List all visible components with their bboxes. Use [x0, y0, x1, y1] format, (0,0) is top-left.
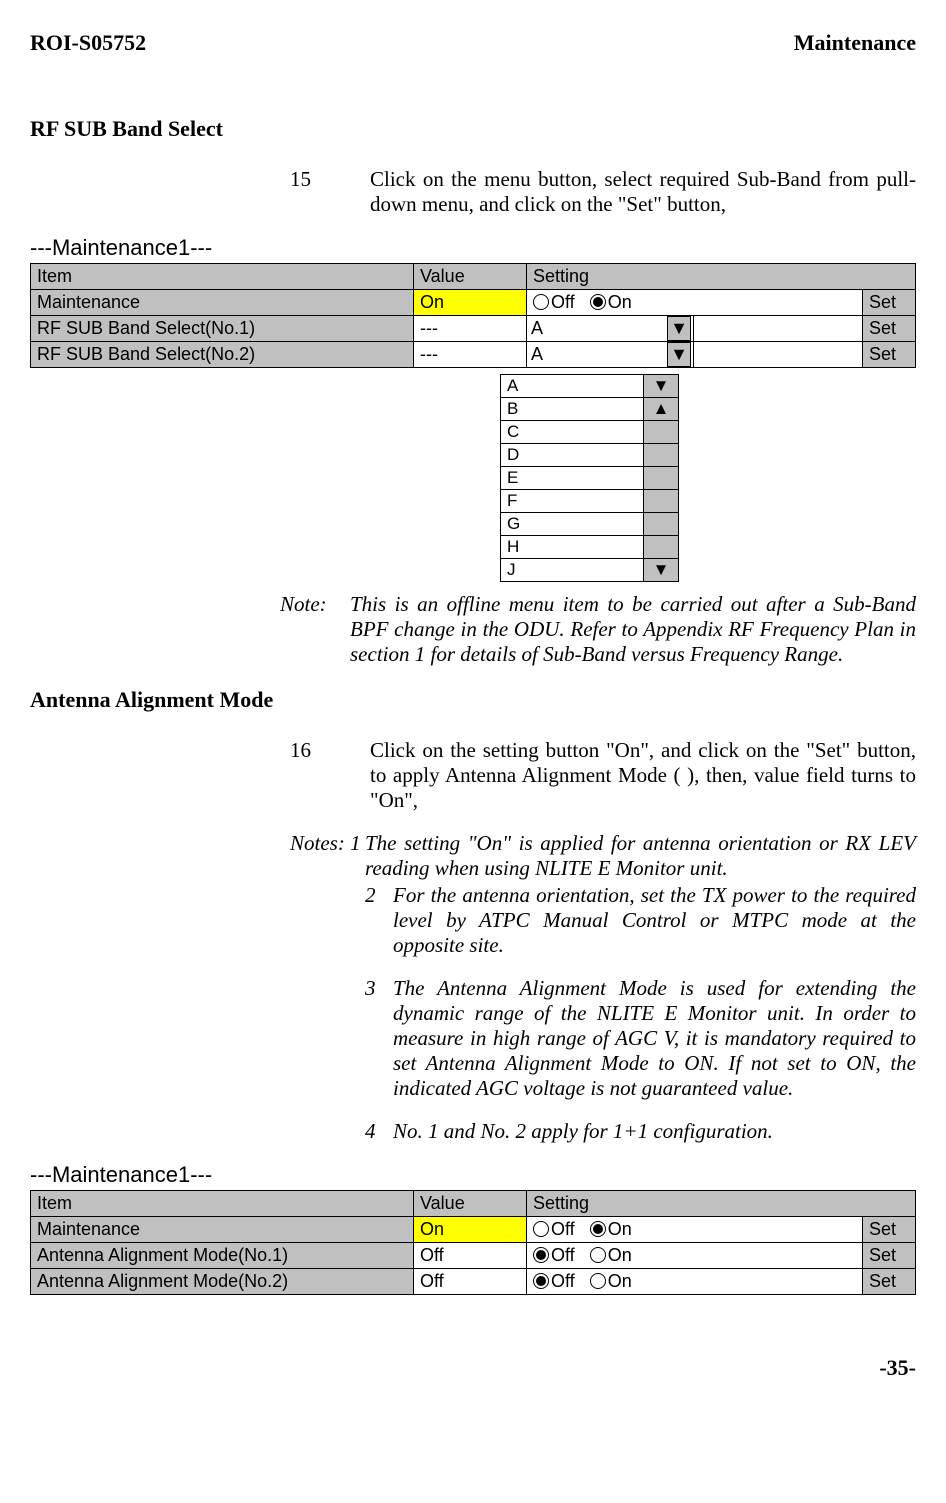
note-num-3: 3: [365, 976, 393, 1101]
dd-option[interactable]: E: [501, 467, 644, 490]
note-3-body: The Antenna Alignment Mode is used for e…: [393, 976, 916, 1101]
radio-off-icon[interactable]: [533, 1273, 549, 1289]
radio-off-label: Off: [551, 1245, 575, 1265]
scroll-track[interactable]: [644, 444, 679, 467]
radio-off-label: Off: [551, 292, 575, 312]
row-aa2-setting: Off On: [527, 1269, 863, 1295]
radio-on-icon[interactable]: [590, 1247, 606, 1263]
col-item: Item: [31, 1191, 414, 1217]
set-button[interactable]: Set: [863, 290, 916, 316]
step-16-num: 16: [290, 738, 370, 813]
radio-on-label: On: [608, 1245, 632, 1265]
dd-option[interactable]: A: [501, 375, 644, 398]
step-15-text: Click on the menu button, select require…: [370, 167, 916, 217]
row-maint-item: Maintenance: [31, 1217, 414, 1243]
row-aa1-setting: Off On: [527, 1243, 863, 1269]
col-setting: Setting: [527, 1191, 916, 1217]
rf2-dropdown-arrow[interactable]: ▼: [667, 342, 691, 367]
notes-lead-label: Notes: 1: [290, 831, 365, 881]
note-1-body: The setting "On" is applied for antenna …: [365, 831, 916, 881]
row-maint-setting: Off On: [527, 1217, 863, 1243]
scroll-track[interactable]: [644, 490, 679, 513]
scroll-track[interactable]: [644, 513, 679, 536]
row-rf1-item: RF SUB Band Select(No.1): [31, 316, 414, 342]
step-16-text: Click on the setting button "On", and cl…: [370, 738, 916, 813]
scroll-track[interactable]: [644, 421, 679, 444]
radio-on-label: On: [608, 292, 632, 312]
col-setting: Setting: [527, 264, 916, 290]
scroll-down-icon[interactable]: ▼: [644, 375, 679, 398]
note-body: This is an offline menu item to be carri…: [350, 592, 916, 667]
scroll-track[interactable]: [644, 536, 679, 559]
maint1-table-2: Item Value Setting Maintenance On Off On…: [30, 1190, 916, 1295]
antenna-title: Antenna Alignment Mode: [30, 687, 916, 713]
col-value: Value: [414, 264, 527, 290]
dropdown-popup[interactable]: A ▼ B ▲ C D E F G H J ▼: [500, 374, 679, 582]
scroll-track[interactable]: [644, 467, 679, 490]
radio-off-label: Off: [551, 1219, 575, 1239]
row-maint-item: Maintenance: [31, 290, 414, 316]
col-item: Item: [31, 264, 414, 290]
page-number: -35-: [30, 1355, 916, 1381]
row-rf1-value: ---: [414, 316, 527, 342]
maint1-table-1: Item Value Setting Maintenance On Off On…: [30, 263, 916, 368]
row-rf2-item: RF SUB Band Select(No.2): [31, 342, 414, 368]
row-maint-value: On: [414, 1217, 527, 1243]
note-num-2: 2: [365, 883, 393, 958]
radio-off-icon[interactable]: [533, 294, 549, 310]
row-rf2-value: ---: [414, 342, 527, 368]
rf1-dropdown-arrow[interactable]: ▼: [667, 316, 691, 341]
dd-option[interactable]: J: [501, 559, 644, 582]
row-aa2-value: Off: [414, 1269, 527, 1295]
radio-on-icon[interactable]: [590, 1221, 606, 1237]
row-maint-setting: Off On: [527, 290, 863, 316]
set-button[interactable]: Set: [863, 1217, 916, 1243]
doc-id: ROI-S05752: [30, 30, 146, 56]
maint1-title-2: ---Maintenance1---: [30, 1162, 916, 1188]
row-rf1-setting: A ▼: [527, 316, 863, 342]
dd-option[interactable]: H: [501, 536, 644, 559]
scroll-up-icon[interactable]: ▲: [644, 398, 679, 421]
row-rf2-setting: A ▼: [527, 342, 863, 368]
radio-off-label: Off: [551, 1271, 575, 1291]
set-button[interactable]: Set: [863, 316, 916, 342]
row-aa2-item: Antenna Alignment Mode(No.2): [31, 1269, 414, 1295]
dd-option[interactable]: F: [501, 490, 644, 513]
radio-off-icon[interactable]: [533, 1247, 549, 1263]
doc-section: Maintenance: [794, 30, 916, 56]
radio-on-label: On: [608, 1219, 632, 1239]
row-aa1-value: Off: [414, 1243, 527, 1269]
radio-off-icon[interactable]: [533, 1221, 549, 1237]
step-15-num: 15: [290, 167, 370, 217]
dd-option[interactable]: C: [501, 421, 644, 444]
set-button[interactable]: Set: [863, 1269, 916, 1295]
set-button[interactable]: Set: [863, 1243, 916, 1269]
dd-option[interactable]: B: [501, 398, 644, 421]
radio-on-label: On: [608, 1271, 632, 1291]
dd-option[interactable]: G: [501, 513, 644, 536]
note-2-body: For the antenna orientation, set the TX …: [393, 883, 916, 958]
rf-sub-title: RF SUB Band Select: [30, 116, 916, 142]
radio-on-icon[interactable]: [590, 294, 606, 310]
radio-on-icon[interactable]: [590, 1273, 606, 1289]
set-button[interactable]: Set: [863, 342, 916, 368]
row-maint-value: On: [414, 290, 527, 316]
rf2-dropdown-text: A: [527, 343, 665, 366]
note-num-4: 4: [365, 1119, 393, 1144]
col-value: Value: [414, 1191, 527, 1217]
note-4-body: No. 1 and No. 2 apply for 1+1 configurat…: [393, 1119, 916, 1144]
row-aa1-item: Antenna Alignment Mode(No.1): [31, 1243, 414, 1269]
rf1-dropdown-text: A: [527, 317, 665, 340]
dd-option[interactable]: D: [501, 444, 644, 467]
note-label: Note:: [280, 592, 350, 667]
scroll-down-icon[interactable]: ▼: [644, 559, 679, 582]
maint1-title-1: ---Maintenance1---: [30, 235, 916, 261]
